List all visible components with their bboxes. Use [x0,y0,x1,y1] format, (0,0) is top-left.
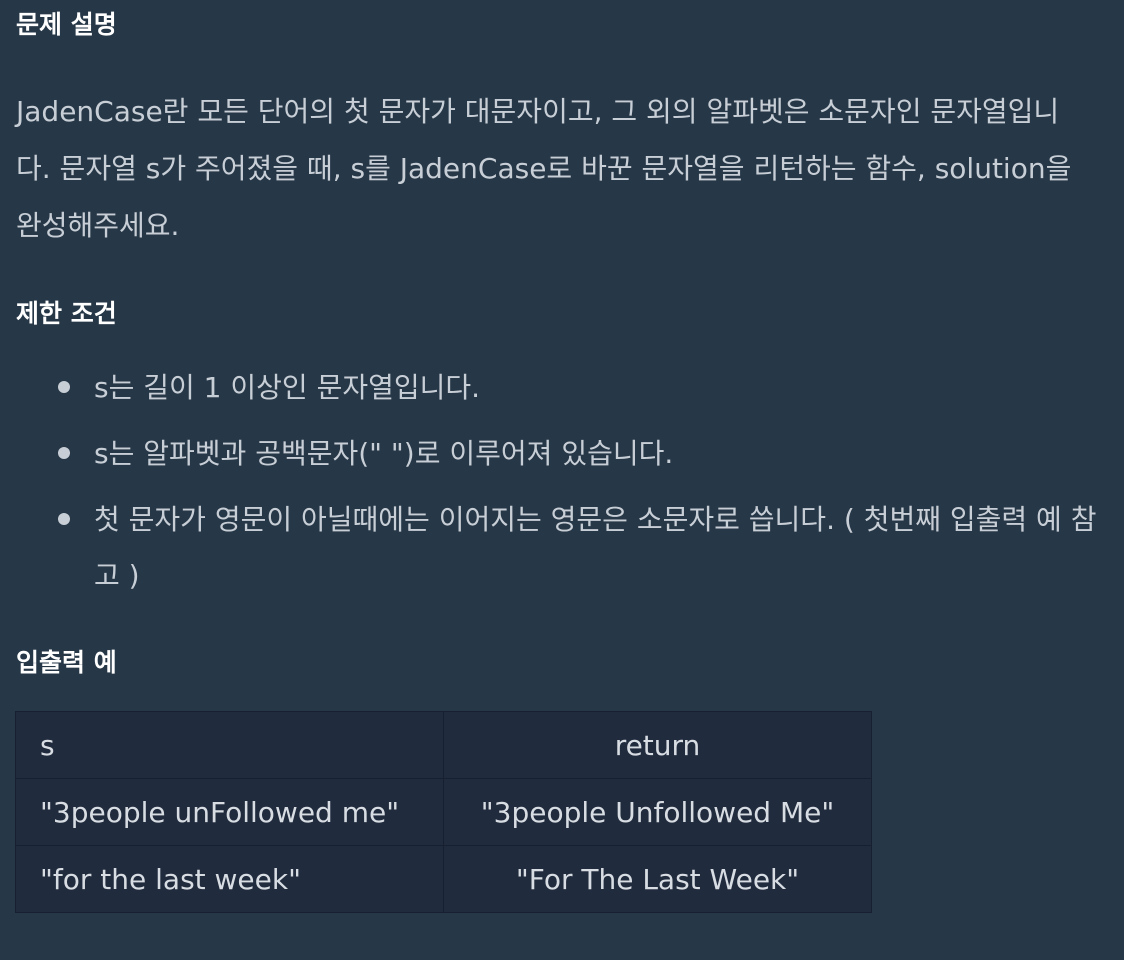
constraints-heading: 제한 조건 [16,299,117,328]
examples-heading: 입출력 예 [16,648,117,677]
example-return-cell: "For The Last Week" [443,845,872,913]
column-header-return: return [443,711,872,779]
constraint-item: s는 길이 1 이상인 문자열입니다. [0,360,1100,416]
constraint-text: s는 알파벳과 공백문자(" ")로 이루어져 있습니다. [94,437,674,470]
bullet-icon [58,381,70,393]
description-text: JadenCase란 모든 단어의 첫 문자가 대문자이고, 그 외의 알파벳은… [16,95,1072,242]
example-input-cell: "3people unFollowed me" [15,778,444,846]
constraint-item: 첫 문자가 영문이 아닐때에는 이어지는 영문은 소문자로 씁니다. ( 첫번째… [0,492,1100,604]
example-input-cell: "for the last week" [15,845,444,913]
constraint-item: s는 알파벳과 공백문자(" ")로 이루어져 있습니다. [0,426,1100,482]
constraints-list: s는 길이 1 이상인 문자열입니다. s는 알파벳과 공백문자(" ")로 이… [0,360,1100,614]
example-return-cell: "3people Unfollowed Me" [443,778,872,846]
problem-statement: 문제 설명 JadenCase란 모든 단어의 첫 문자가 대문자이고, 그 외… [0,0,1124,960]
table-header-row: s return [15,711,872,779]
column-header-s: s [15,711,444,779]
bullet-icon [58,447,70,459]
table-row: "3people unFollowed me" "3people Unfollo… [15,778,872,846]
constraint-text: s는 길이 1 이상인 문자열입니다. [94,371,481,404]
constraint-text: 첫 문자가 영문이 아닐때에는 이어지는 영문은 소문자로 씁니다. ( 첫번째… [94,503,1097,592]
table-row: "for the last week" "For The Last Week" [15,845,872,913]
examples-table: s return "3people unFollowed me" "3peopl… [15,711,872,913]
description-heading: 문제 설명 [16,10,117,39]
bullet-icon [58,513,70,525]
